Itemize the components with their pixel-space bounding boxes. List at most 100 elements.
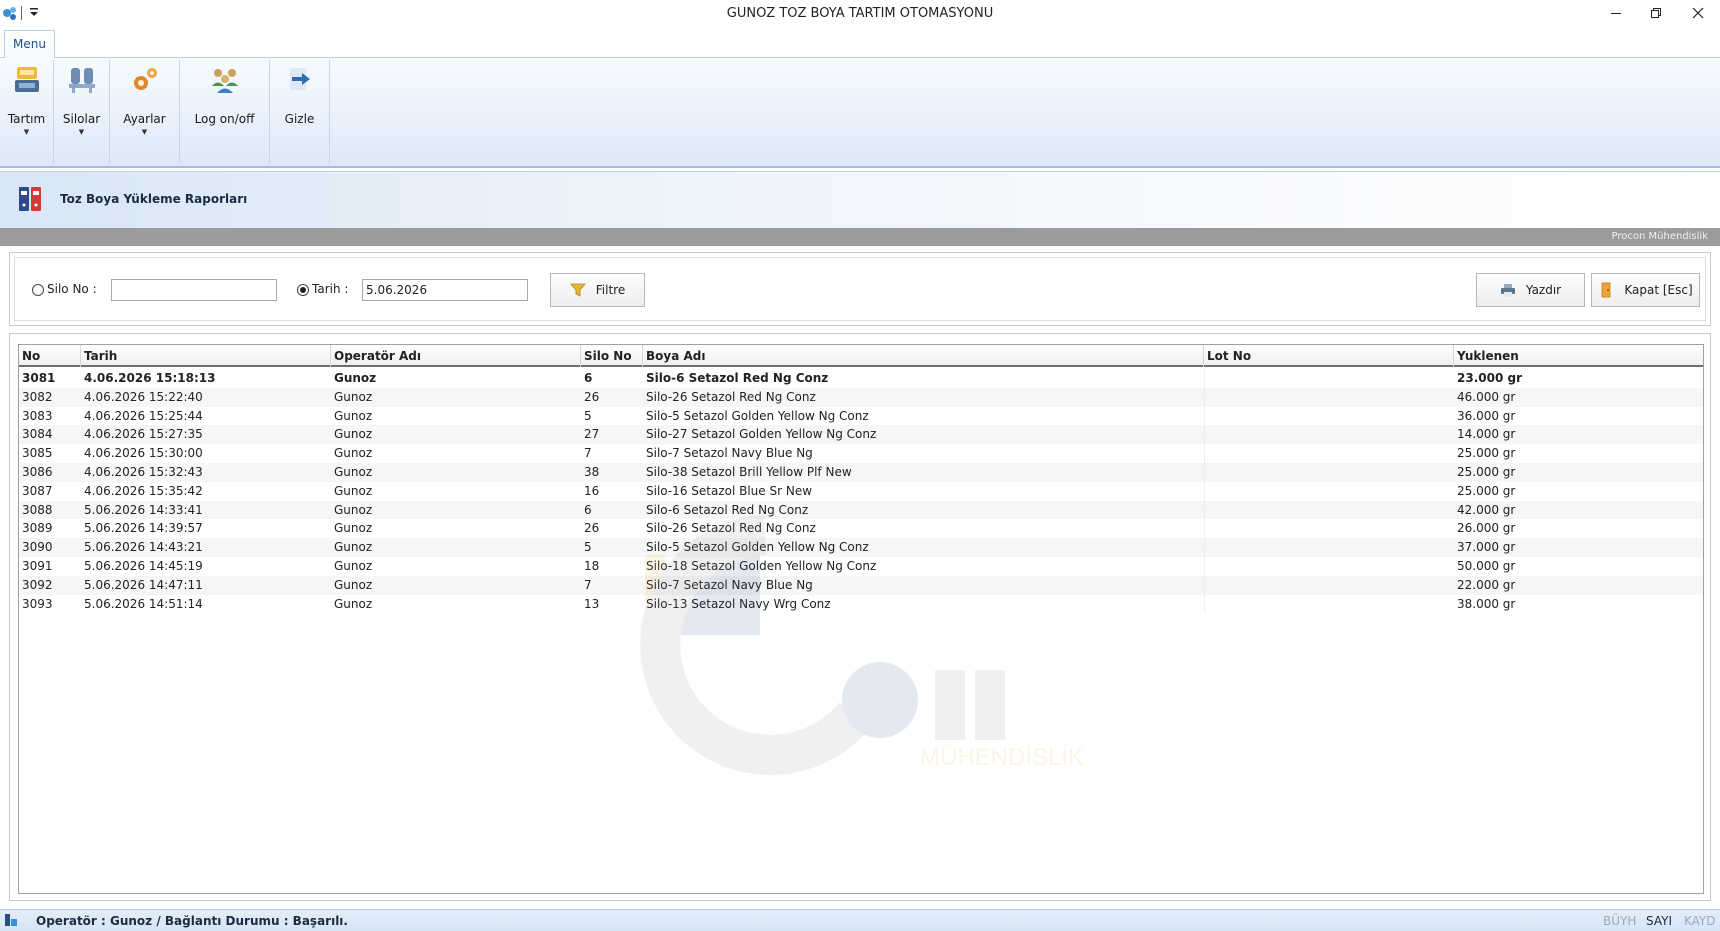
cell-no: 3093 — [22, 596, 53, 611]
cell-tarih: 4.06.2026 15:18:13 — [84, 371, 216, 385]
date-input[interactable] — [362, 279, 528, 301]
cell-lot-no — [1204, 406, 1208, 426]
table-row[interactable]: 3085 4.06.2026 15:30:00 Gunoz 7 Silo-7 Setaz… — [19, 444, 1703, 463]
cell-boya-adi: Silo-38 Setazol Brill Yellow Plf New — [646, 464, 852, 479]
cell-boya-adi: Silo-27 Setazol Golden Yellow Ng Conz — [646, 427, 877, 442]
cell-silo-no: 27 — [584, 427, 600, 442]
cell-yuklenen: 25.000 gr — [1457, 464, 1516, 479]
cell-lot-no — [1204, 594, 1208, 614]
cell-yuklenen: 14.000 gr — [1457, 427, 1516, 442]
ribbon: Tartım ▼ Silolar ▼ Ayarlar ▼ Log on/off … — [0, 58, 1720, 168]
cell-operator: Gunoz — [334, 464, 373, 479]
column-header-tarih[interactable]: Tarih — [81, 345, 331, 367]
cell-lot-no — [1204, 387, 1208, 407]
column-header-boya-adi[interactable]: Boya Adı — [643, 345, 1204, 367]
ribbon-tab-bar: Menu — [0, 28, 1720, 59]
brand-label: Procon Mühendislik — [1611, 231, 1708, 242]
cell-lot-no — [1204, 538, 1208, 557]
cell-boya-adi: Silo-26 Setazol Red Ng Conz — [646, 521, 816, 536]
silo-no-radio[interactable] — [32, 284, 44, 296]
minimize-button[interactable] — [1596, 0, 1636, 26]
column-header-no[interactable]: No — [19, 345, 81, 367]
restore-button[interactable] — [1636, 0, 1676, 26]
cell-silo-no: 5 — [584, 408, 592, 423]
silo-no-input[interactable] — [111, 279, 277, 301]
cell-boya-adi: Silo-7 Setazol Navy Blue Ng — [646, 577, 813, 592]
table-row[interactable]: 3088 5.06.2026 14:33:41 Gunoz 6 Silo-6 Setaz… — [19, 500, 1703, 520]
column-header-lot-no[interactable]: Lot No — [1204, 345, 1454, 367]
cell-boya-adi: Silo-26 Setazol Red Ng Conz — [646, 389, 816, 404]
print-button[interactable]: Yazdır — [1476, 273, 1585, 307]
cell-operator: Gunoz — [334, 446, 373, 461]
cell-silo-no: 26 — [584, 521, 600, 536]
close-icon — [1692, 7, 1704, 19]
procon-status-icon — [5, 914, 17, 926]
table-row[interactable]: 3092 5.06.2026 14:47:11 Gunoz 7 Silo-7 Setaz… — [19, 575, 1703, 595]
cell-no: 3086 — [22, 464, 53, 479]
cell-lot-no — [1204, 575, 1208, 595]
ribbon-button-label: Tartım — [7, 112, 46, 126]
cell-yuklenen: 38.000 gr — [1457, 596, 1516, 611]
table-row[interactable]: 3083 4.06.2026 15:25:44 Gunoz 5 Silo-5 Setaz… — [19, 406, 1703, 426]
table-row[interactable]: 3086 4.06.2026 15:32:43 Gunoz 38 Silo-38 Set… — [19, 462, 1703, 482]
arrow-right-icon — [289, 68, 310, 90]
table-row[interactable]: 3084 4.06.2026 15:27:35 Gunoz 27 Silo-27 Set… — [19, 425, 1703, 445]
column-header-operator[interactable]: Operatör Adı — [331, 345, 581, 367]
cell-silo-no: 7 — [584, 577, 592, 592]
cell-silo-no: 6 — [584, 371, 593, 385]
cell-silo-no: 38 — [584, 464, 600, 479]
cell-silo-no: 18 — [584, 558, 600, 573]
cell-no: 3087 — [22, 483, 53, 498]
ribbon-button-log-on-off[interactable]: Log on/off — [180, 60, 270, 164]
cell-tarih: 5.06.2026 14:39:57 — [84, 521, 203, 536]
gears-icon — [133, 68, 157, 90]
date-radio[interactable] — [297, 284, 309, 296]
cell-lot-no — [1204, 369, 1208, 388]
table-row[interactable]: 3082 4.06.2026 15:22:40 Gunoz 26 Silo-26 Set… — [19, 387, 1703, 407]
ribbon-button-ayarlar[interactable]: Ayarlar ▼ — [110, 60, 180, 164]
cell-operator: Gunoz — [334, 540, 373, 555]
cell-tarih: 5.06.2026 14:33:41 — [84, 502, 203, 517]
scale-icon — [14, 67, 39, 92]
table-row[interactable]: 3087 4.06.2026 15:35:42 Gunoz 16 Silo-16 Set… — [19, 481, 1703, 501]
funnel-icon — [569, 283, 586, 297]
cell-tarih: 4.06.2026 15:27:35 — [84, 427, 203, 442]
cell-lot-no — [1204, 519, 1208, 539]
cell-tarih: 4.06.2026 15:32:43 — [84, 464, 203, 479]
table-row[interactable]: 3090 5.06.2026 14:43:21 Gunoz 5 Silo-5 Setaz… — [19, 538, 1703, 557]
cell-boya-adi: Silo-6 Setazol Red Ng Conz — [646, 371, 829, 385]
close-button[interactable]: Kapat [Esc] — [1591, 273, 1700, 307]
status-bar: Operatör : Gunoz / Bağlantı Durumu : Baş… — [0, 909, 1720, 931]
users-icon — [211, 69, 238, 93]
title-bar: GUNOZ TOZ BOYA TARTIM OTOMASYONU — [0, 0, 1720, 28]
page-title: Toz Boya Yükleme Raporları — [60, 192, 248, 206]
tab-menu[interactable]: Menu — [4, 30, 55, 59]
cell-boya-adi: Silo-5 Setazol Golden Yellow Ng Conz — [646, 540, 869, 555]
ribbon-button-tartim[interactable]: Tartım ▼ — [0, 60, 54, 164]
ribbon-button-gizle[interactable]: Gizle — [270, 60, 330, 164]
ribbon-button-label: Gizle — [284, 112, 315, 126]
filter-button[interactable]: Filtre — [550, 273, 645, 307]
cell-operator: Gunoz — [334, 521, 373, 536]
table-row[interactable]: 3089 5.06.2026 14:39:57 Gunoz 26 Silo-26 Set… — [19, 519, 1703, 539]
cell-yuklenen: 37.000 gr — [1457, 540, 1516, 555]
report-grid[interactable]: No Tarih Operatör Adı Silo No Boya Adı L… — [18, 344, 1704, 894]
table-row[interactable]: 3093 5.06.2026 14:51:14 Gunoz 13 Silo-13 Set… — [19, 594, 1703, 614]
chevron-down-icon: ▼ — [23, 128, 30, 136]
caps-lock-indicator: BÜYH — [1603, 914, 1637, 928]
silo-no-label: Silo No : — [47, 282, 97, 296]
cell-operator: Gunoz — [334, 483, 373, 498]
print-button-label: Yazdır — [1525, 283, 1562, 297]
cell-silo-no: 6 — [584, 502, 592, 517]
ribbon-button-label: Ayarlar — [123, 112, 166, 126]
close-window-button[interactable] — [1678, 0, 1718, 26]
ribbon-button-silolar[interactable]: Silolar ▼ — [54, 60, 110, 164]
column-header-silo-no[interactable]: Silo No — [581, 345, 643, 367]
column-header-yuklenen[interactable]: Yuklenen — [1454, 345, 1703, 367]
table-row[interactable]: 3081 4.06.2026 15:18:13 Gunoz 6 Silo-6 Setaz… — [19, 369, 1703, 388]
cell-operator: Gunoz — [334, 558, 373, 573]
minimize-icon — [1611, 13, 1621, 14]
cell-operator: Gunoz — [334, 389, 373, 404]
table-row[interactable]: 3091 5.06.2026 14:45:19 Gunoz 18 Silo-18 Set… — [19, 556, 1703, 576]
cell-lot-no — [1204, 500, 1208, 520]
